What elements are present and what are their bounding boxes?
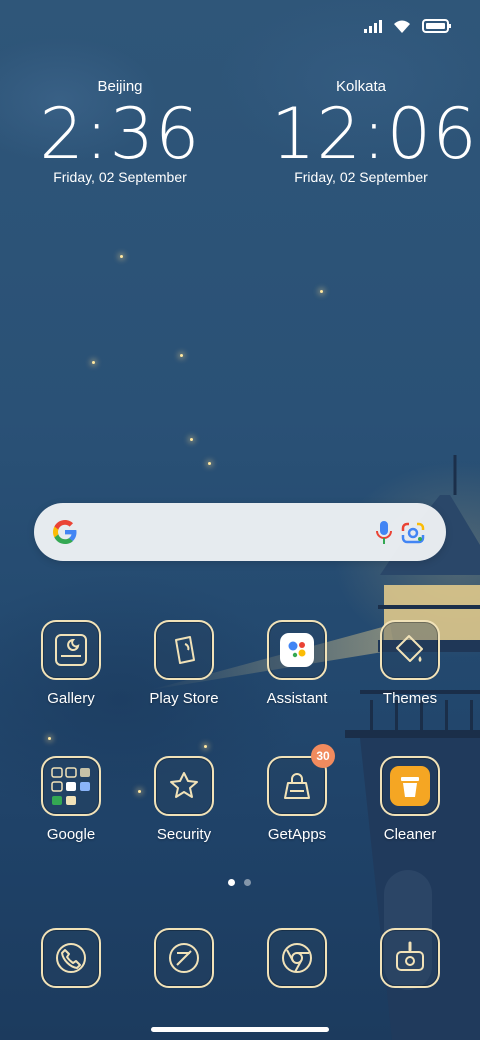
- clock-beijing[interactable]: Beijing 2:36 Friday, 02 September: [30, 78, 210, 185]
- app-security[interactable]: Security: [132, 756, 236, 843]
- google-logo-icon: [53, 520, 77, 544]
- status-bar: [364, 14, 452, 38]
- gallery-icon: [55, 634, 87, 666]
- app-label: Themes: [382, 690, 438, 707]
- clock-date: Friday, 02 September: [294, 169, 428, 185]
- dock-chrome[interactable]: [245, 928, 349, 988]
- app-google-folder[interactable]: Google: [19, 756, 123, 843]
- microphone-icon[interactable]: [376, 520, 392, 546]
- cleaner-icon: [390, 766, 430, 806]
- app-label: Play Store: [149, 690, 219, 707]
- app-label: Gallery: [47, 690, 95, 707]
- page-dot-active: [228, 879, 235, 886]
- app-label: Assistant: [266, 690, 328, 707]
- google-folder-icon: [51, 767, 90, 805]
- app-label: GetApps: [267, 826, 327, 843]
- app-assistant[interactable]: Assistant: [245, 620, 349, 707]
- app-themes[interactable]: Themes: [358, 620, 462, 707]
- security-icon: [170, 772, 198, 798]
- page-indicator[interactable]: [228, 879, 251, 886]
- page-dot: [244, 879, 251, 886]
- clock-time: 2:36: [39, 93, 201, 175]
- play-store-icon: [175, 636, 195, 664]
- wifi-icon: [394, 20, 410, 33]
- app-gallery[interactable]: Gallery: [19, 620, 123, 707]
- notification-badge: 30: [311, 744, 335, 768]
- app-label: Security: [156, 826, 212, 843]
- battery-icon: [422, 19, 451, 33]
- google-search-bar[interactable]: [34, 503, 446, 561]
- camera-icon: [396, 941, 424, 971]
- clock-kolkata[interactable]: Kolkata 12:06 Friday, 02 September: [271, 78, 478, 185]
- getapps-icon: [284, 773, 310, 799]
- app-play-store[interactable]: Play Store: [132, 620, 236, 707]
- app-label: Google: [46, 826, 96, 843]
- chrome-icon: [282, 943, 312, 973]
- clock-time: 12:06: [271, 93, 478, 175]
- dock-messages[interactable]: [132, 928, 236, 988]
- dock-camera[interactable]: [358, 928, 462, 988]
- lens-icon[interactable]: [400, 521, 426, 545]
- themes-icon: [396, 635, 423, 662]
- clock-date: Friday, 02 September: [53, 169, 187, 185]
- app-getapps[interactable]: 30 GetApps: [245, 744, 349, 843]
- app-label: Cleaner: [383, 826, 437, 843]
- dock-phone[interactable]: [19, 928, 123, 988]
- messages-icon: [169, 943, 199, 973]
- home-indicator[interactable]: [151, 1027, 329, 1032]
- app-cleaner[interactable]: Cleaner: [358, 756, 462, 843]
- signal-icon: [364, 20, 382, 33]
- assistant-icon: [280, 633, 314, 667]
- phone-icon: [56, 943, 86, 973]
